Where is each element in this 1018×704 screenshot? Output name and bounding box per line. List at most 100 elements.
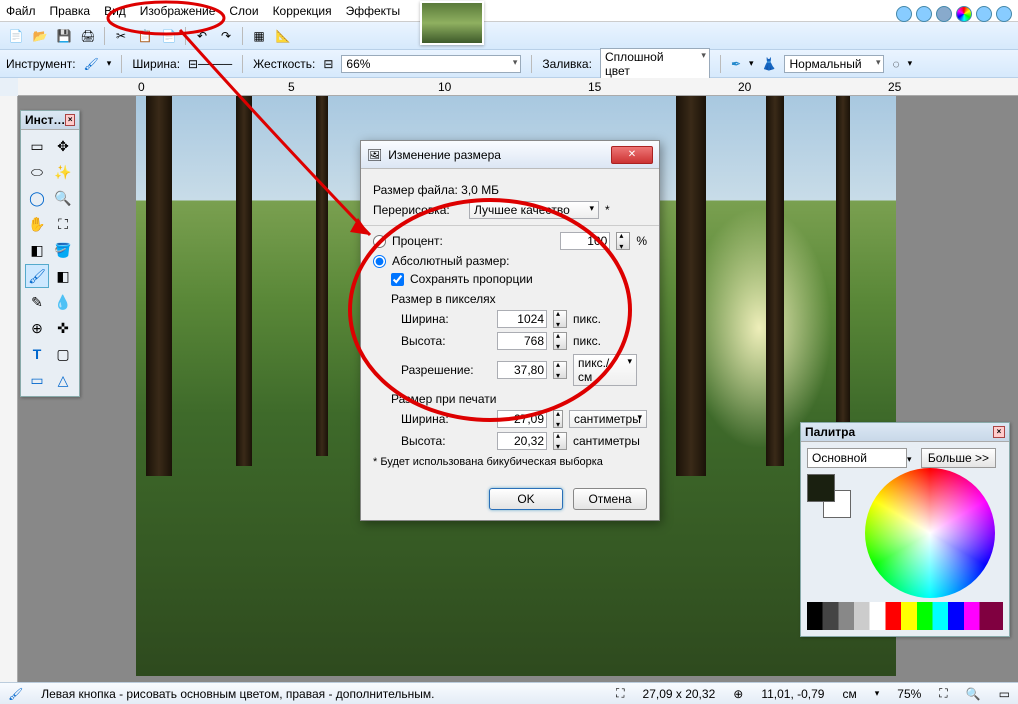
select-rect-tool[interactable]: ▭ [25, 134, 49, 158]
copy-icon[interactable]: 📋 [135, 26, 155, 46]
pos-icon: ⊕ [733, 687, 743, 701]
document-thumbnail[interactable] [420, 1, 484, 45]
redraw-combo[interactable]: Лучшее качество [469, 201, 599, 219]
paste-icon[interactable]: 📄 [159, 26, 179, 46]
close-icon[interactable]: × [65, 114, 75, 126]
shape-tool[interactable]: ▢ [51, 342, 75, 366]
resolution-input[interactable] [497, 361, 547, 379]
blend-combo[interactable]: Нормальный [784, 55, 884, 73]
clone-tool[interactable]: ⊕ [25, 316, 49, 340]
new-icon[interactable]: 📄 [6, 26, 26, 46]
hand-tool[interactable]: ✋ [25, 212, 49, 236]
wand-tool[interactable]: ✨ [51, 160, 75, 184]
px-width-input[interactable] [497, 310, 547, 328]
pen-icon[interactable]: ✒ [731, 57, 741, 71]
brush-tool[interactable]: 🖌 [25, 264, 49, 288]
separator [242, 55, 243, 73]
redo-icon[interactable]: ↷ [216, 26, 236, 46]
open-icon[interactable]: 📂 [30, 26, 50, 46]
separator [720, 55, 721, 73]
dialog-icon: 🖼 [367, 148, 382, 162]
heal-tool[interactable]: ✜ [51, 316, 75, 340]
palette-title[interactable]: Палитра × [801, 423, 1009, 442]
tools-panel: Инст… × ▭ ✥ ⬭ ✨ ◯ 🔍 ✋ ⛶ ◧ 🪣 🖌 ◧ ✎ 💧 ⊕ ✜ … [20, 110, 80, 397]
percent-radio[interactable] [373, 235, 386, 248]
spinner[interactable] [553, 361, 567, 379]
print-height-input[interactable] [497, 432, 547, 450]
gear-icon[interactable] [976, 6, 992, 22]
line-tool[interactable]: ▭ [25, 368, 49, 392]
brush-icon[interactable]: 🖌 [84, 57, 99, 71]
more-button[interactable]: Больше >> [921, 448, 996, 468]
options-bar: Инструмент: 🖌▾ Ширина: ⊟──── Жесткость: … [0, 50, 1018, 78]
asterisk: * [605, 203, 610, 217]
hardness-input[interactable]: 66% [341, 55, 521, 73]
fill-combo[interactable]: Сплошной цвет [600, 48, 710, 80]
cut-icon[interactable]: ✂ [111, 26, 131, 46]
spinner[interactable] [553, 310, 567, 328]
polygon-tool[interactable]: △ [51, 368, 75, 392]
pencil-tool[interactable]: ✎ [25, 290, 49, 314]
close-button[interactable]: ✕ [611, 146, 653, 164]
ruler-icon[interactable]: 📐 [273, 26, 293, 46]
box-icon[interactable] [936, 6, 952, 22]
bucket-tool[interactable]: 🪣 [51, 238, 75, 262]
clock-icon[interactable] [916, 6, 932, 22]
px-unit: пикс. [573, 312, 601, 326]
ellipse-tool[interactable]: ◯ [25, 186, 49, 210]
undo-icon[interactable]: ↶ [192, 26, 212, 46]
palette-preset-combo[interactable]: Основной [807, 448, 907, 468]
absolute-radio[interactable] [373, 255, 386, 268]
crop-tool[interactable]: ⛶ [51, 212, 75, 236]
eyedropper-tool[interactable]: 💧 [51, 290, 75, 314]
dialog-titlebar[interactable]: 🖼 Изменение размера ✕ [361, 141, 659, 169]
percent-input[interactable] [560, 232, 610, 250]
menu-image[interactable]: Изображение [140, 4, 216, 18]
menu-edit[interactable]: Правка [50, 4, 91, 18]
spinner[interactable] [616, 232, 630, 250]
resolution-unit-combo[interactable]: пикс./см [573, 354, 637, 386]
keep-ratio-checkbox[interactable] [391, 273, 404, 286]
lasso-tool[interactable]: ⬭ [25, 160, 49, 184]
hardness-slider-icon[interactable]: ⊟ [323, 57, 333, 71]
spinner[interactable] [553, 410, 563, 428]
ok-button[interactable]: OK [489, 488, 563, 510]
print-width-input[interactable] [497, 410, 547, 428]
color-swatches[interactable] [807, 602, 1003, 630]
arrow-icon[interactable] [896, 6, 912, 22]
status-zoom[interactable]: 75% [897, 687, 921, 701]
color-icon[interactable] [956, 6, 972, 22]
menu-view[interactable]: Вид [104, 4, 126, 18]
close-icon[interactable]: × [993, 426, 1005, 438]
spinner[interactable] [553, 332, 567, 350]
eraser-tool[interactable]: ◧ [51, 264, 75, 288]
fg-bg-swatch[interactable] [807, 474, 855, 522]
help-icon[interactable] [996, 6, 1012, 22]
fit-icon[interactable]: ⛶ [939, 686, 947, 701]
width-slider[interactable]: ⊟──── [188, 57, 232, 71]
status-unit[interactable]: см [842, 687, 856, 701]
menu-layers[interactable]: Слои [229, 4, 258, 18]
text-tool[interactable]: T [25, 342, 49, 366]
zoom-icon[interactable]: 🔍 [966, 687, 981, 701]
tools-panel-title[interactable]: Инст… × [21, 111, 79, 130]
actual-icon[interactable]: ▭ [999, 687, 1010, 701]
foreground-color[interactable] [807, 474, 835, 502]
cancel-button[interactable]: Отмена [573, 488, 647, 510]
print-unit-combo[interactable]: сантиметры [569, 410, 647, 428]
grid-icon[interactable]: ▦ [249, 26, 269, 46]
px-height-input[interactable] [497, 332, 547, 350]
color-wheel[interactable] [865, 468, 995, 598]
save-icon[interactable]: 💾 [54, 26, 74, 46]
gradient-tool[interactable]: ◧ [25, 238, 49, 262]
separator [104, 27, 105, 45]
spinner[interactable] [553, 432, 567, 450]
print-icon[interactable]: 🖨 [78, 26, 98, 46]
opacity-icon[interactable]: ◌ [892, 57, 899, 71]
attrib-icon[interactable]: 👗 [762, 57, 777, 71]
menu-correction[interactable]: Коррекция [273, 4, 332, 18]
menu-file[interactable]: Файл [6, 4, 36, 18]
menu-effects[interactable]: Эффекты [346, 4, 401, 18]
zoom-tool[interactable]: 🔍 [51, 186, 75, 210]
move-tool[interactable]: ✥ [51, 134, 75, 158]
